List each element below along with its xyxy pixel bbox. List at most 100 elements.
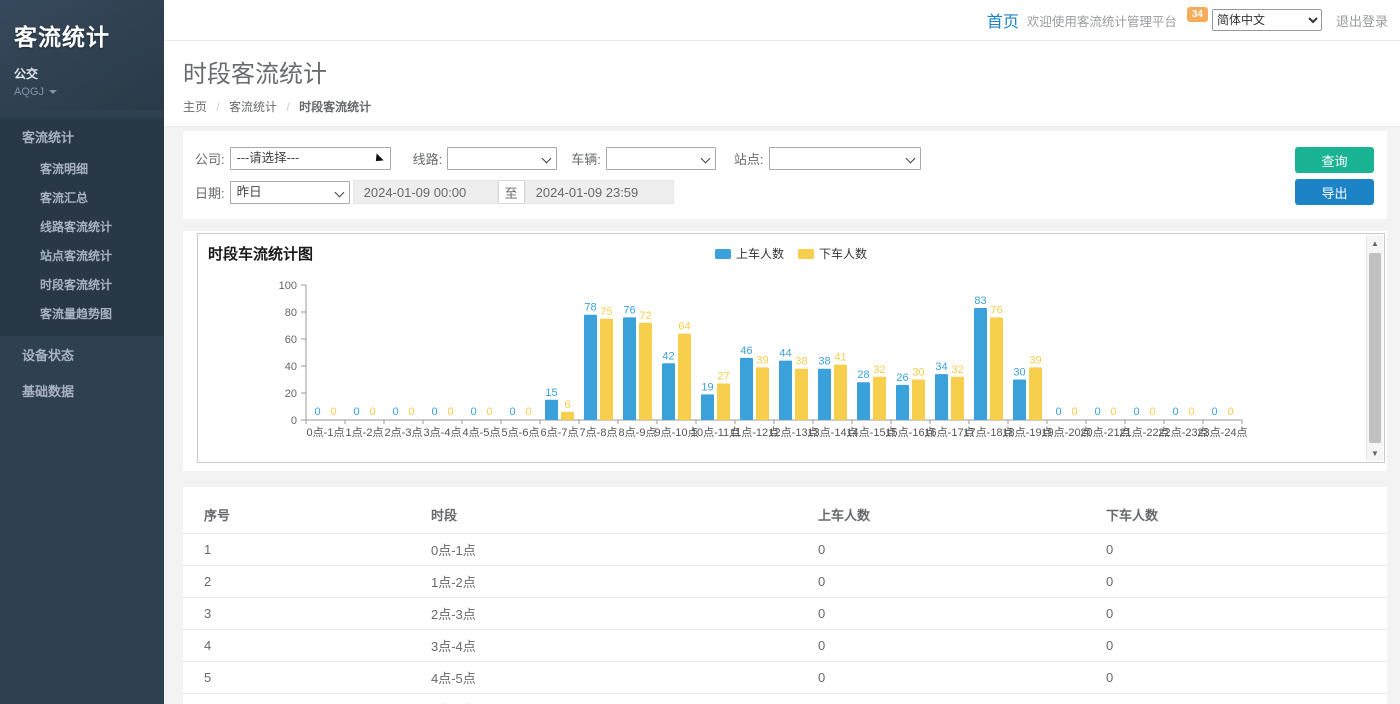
svg-text:0: 0 — [486, 406, 492, 418]
svg-text:76: 76 — [623, 304, 635, 316]
legend-swatch-yellow — [798, 249, 814, 259]
breadcrumb-home[interactable]: 主页 — [183, 100, 207, 114]
svg-text:40: 40 — [285, 361, 297, 373]
svg-text:0: 0 — [1211, 406, 1217, 418]
period-stats-table: 序号 时段 上车人数 下车人数 10点-1点0021点-2点0032点-3点00… — [183, 497, 1387, 704]
svg-text:6: 6 — [564, 399, 570, 411]
table-cell: 1点-2点 — [410, 566, 797, 598]
table-cell: 4点-5点 — [410, 662, 797, 694]
table-row: 10点-1点00 — [183, 534, 1387, 566]
scroll-up-icon[interactable]: ▲ — [1367, 235, 1383, 251]
page-heading: 时段客流统计 主页 / 客流统计 / 时段客流统计 — [164, 41, 1400, 127]
export-button[interactable]: 导出 — [1295, 179, 1374, 205]
table-cell: 0 — [1085, 630, 1387, 662]
svg-text:0: 0 — [1149, 406, 1155, 418]
user-dropdown[interactable]: AQGJ — [14, 86, 150, 98]
chart-vertical-scrollbar[interactable]: ▲ ▼ — [1366, 235, 1383, 461]
svg-text:0: 0 — [431, 406, 437, 418]
svg-text:0: 0 — [1172, 406, 1178, 418]
svg-text:38: 38 — [795, 356, 807, 368]
home-link[interactable]: 首页 — [987, 8, 1019, 32]
table-cell: 0 — [797, 566, 1085, 598]
scroll-down-icon[interactable]: ▼ — [1367, 445, 1383, 461]
svg-text:44: 44 — [779, 348, 791, 360]
breadcrumb-current: 时段客流统计 — [299, 100, 371, 114]
main-area: 首页 欢迎使用客流统计管理平台 34 简体中文 退出登录 时段客流统计 主页 /… — [164, 0, 1400, 704]
sidebar-item-trend-chart[interactable]: 客流量趋势图 — [0, 299, 164, 328]
legend-label-boarding: 上车人数 — [736, 245, 784, 262]
svg-text:100: 100 — [279, 280, 297, 292]
table-row: 21点-2点00 — [183, 566, 1387, 598]
line-select[interactable] — [447, 147, 557, 170]
logout-link[interactable]: 退出登录 — [1336, 11, 1388, 30]
svg-text:0点-1点: 0点-1点 — [307, 426, 345, 439]
svg-text:0: 0 — [408, 406, 414, 418]
chart-title: 时段车流统计图 — [208, 243, 313, 264]
company-select[interactable]: ---请选择--- — [230, 147, 391, 170]
nav-submenu: 客流明细 客流汇总 线路客流统计 站点客流统计 时段客流统计 客流量趋势图 — [0, 154, 164, 336]
svg-text:28: 28 — [857, 369, 869, 381]
svg-text:38: 38 — [818, 356, 830, 368]
svg-text:0: 0 — [314, 406, 320, 418]
sidebar-item-line-stats[interactable]: 线路客流统计 — [0, 212, 164, 241]
header-boarding: 上车人数 — [797, 497, 1085, 534]
svg-text:19: 19 — [701, 381, 713, 393]
table-header-row: 序号 时段 上车人数 下车人数 — [183, 497, 1387, 534]
sidebar-item-period-stats[interactable]: 时段客流统计 — [0, 270, 164, 299]
date-preset-select[interactable]: 昨日 — [230, 181, 350, 204]
query-button[interactable]: 查询 — [1295, 147, 1374, 173]
svg-text:1点-2点: 1点-2点 — [346, 426, 384, 439]
svg-text:0: 0 — [1071, 406, 1077, 418]
date-end-input[interactable]: 2024-01-09 23:59 — [525, 180, 674, 204]
legend-swatch-blue — [715, 249, 731, 259]
svg-text:60: 60 — [285, 334, 297, 346]
sidebar-item-station-stats[interactable]: 站点客流统计 — [0, 241, 164, 270]
date-preset-wrap: 昨日 — [230, 181, 350, 204]
chart-panel: 时段车流统计图 上车人数 下车人数 0204060801000点-1点001点-… — [183, 231, 1387, 471]
svg-text:34: 34 — [935, 361, 947, 373]
sidebar-item-device-status[interactable]: 设备状态 — [0, 336, 164, 372]
topbar: 首页 欢迎使用客流统计管理平台 34 简体中文 退出登录 — [164, 0, 1400, 41]
table-cell: 0点-1点 — [410, 534, 797, 566]
breadcrumb-passenger-stats[interactable]: 客流统计 — [229, 100, 277, 114]
table-cell: 0 — [1085, 694, 1387, 704]
svg-text:23点-24点: 23点-24点 — [1197, 426, 1247, 439]
svg-text:0: 0 — [1055, 406, 1061, 418]
passenger-flow-bar-chart: 0204060801000点-1点001点-2点002点-3点003点-4点00… — [206, 274, 1360, 460]
svg-text:3点-4点: 3点-4点 — [424, 426, 462, 439]
svg-text:0: 0 — [470, 406, 476, 418]
svg-text:32: 32 — [873, 364, 885, 376]
table-row: 65点-6点00 — [183, 694, 1387, 704]
notification-badge: 34 — [1187, 7, 1208, 22]
user-name: AQGJ — [14, 86, 44, 98]
sidebar-item-passenger-detail[interactable]: 客流明细 — [0, 154, 164, 183]
table-cell: 4 — [183, 630, 410, 662]
scrollbar-thumb[interactable] — [1369, 253, 1381, 443]
sidebar-item-base-data[interactable]: 基础数据 — [0, 372, 164, 408]
svg-text:0: 0 — [525, 406, 531, 418]
table-cell: 3 — [183, 598, 410, 630]
table-cell: 0 — [1085, 534, 1387, 566]
sidebar: 客流统计 公交 AQGJ 客流统计 客流明细 客流汇总 线路客流统计 站点客流统… — [0, 0, 164, 704]
vehicle-label: 车辆: — [571, 149, 601, 168]
svg-text:0: 0 — [1094, 406, 1100, 418]
station-label: 站点: — [734, 149, 764, 168]
table-cell: 0 — [1085, 566, 1387, 598]
table-cell: 0 — [797, 694, 1085, 704]
svg-text:15: 15 — [545, 387, 557, 399]
filter-row-1: 公司: ---请选择--- 线路: 车辆: 站点: — [195, 146, 1387, 170]
language-select[interactable]: 简体中文 — [1212, 9, 1322, 31]
table-cell: 5 — [183, 662, 410, 694]
vehicle-select[interactable] — [606, 147, 716, 170]
svg-text:39: 39 — [756, 354, 768, 366]
svg-text:30: 30 — [912, 367, 924, 379]
station-select-wrap — [769, 147, 921, 170]
date-start-input[interactable]: 2024-01-09 00:00 — [353, 180, 498, 204]
station-select[interactable] — [769, 147, 921, 170]
svg-text:0: 0 — [447, 406, 453, 418]
sidebar-item-passenger-summary[interactable]: 客流汇总 — [0, 183, 164, 212]
svg-text:75: 75 — [600, 306, 612, 318]
sidebar-item-passenger-stats[interactable]: 客流统计 — [0, 118, 164, 154]
table-cell: 6 — [183, 694, 410, 704]
legend-item-alighting: 下车人数 — [798, 245, 867, 262]
